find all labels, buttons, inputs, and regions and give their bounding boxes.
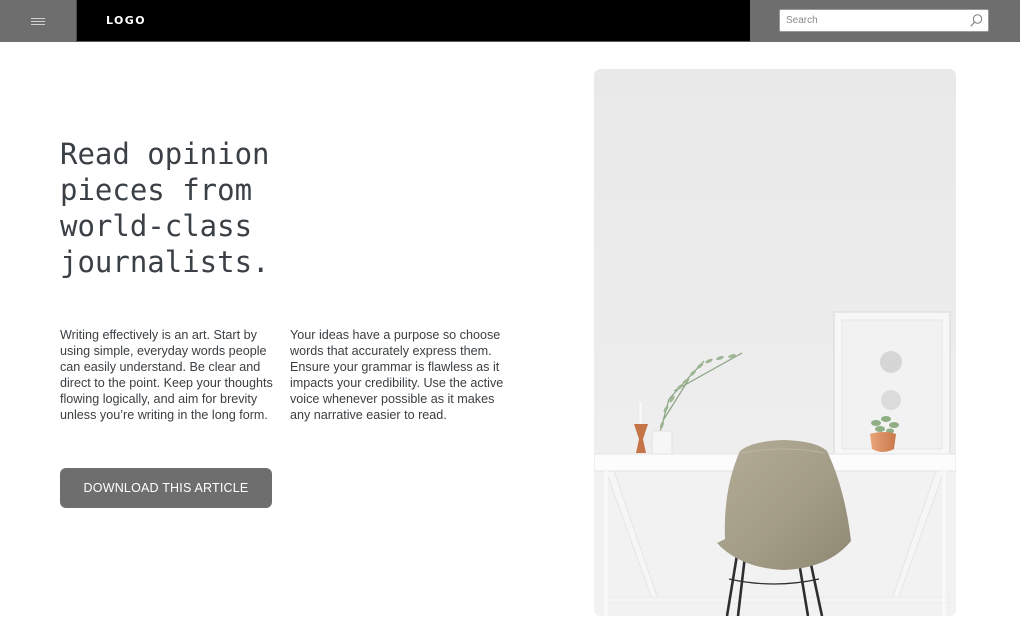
- logo[interactable]: LOGO: [106, 14, 146, 27]
- search-area: [750, 0, 1020, 42]
- hero-image: [594, 69, 956, 616]
- search-box: [779, 9, 989, 32]
- desk-chair-photo: [594, 69, 956, 616]
- intro-paragraph-1: Writing effectively is an art. Start by …: [60, 328, 273, 422]
- download-article-button[interactable]: DOWNLOAD THIS ARTICLE: [60, 468, 272, 508]
- intro-paragraph-2: Your ideas have a purpose so choose word…: [290, 328, 504, 422]
- page-headline: Read opinion pieces from world-class jou…: [60, 137, 270, 279]
- search-icon[interactable]: [969, 13, 984, 28]
- search-input[interactable]: [780, 10, 966, 31]
- hamburger-menu-icon: [31, 17, 45, 25]
- menu-button[interactable]: [0, 0, 77, 42]
- top-navigation-bar: LOGO: [0, 0, 1020, 42]
